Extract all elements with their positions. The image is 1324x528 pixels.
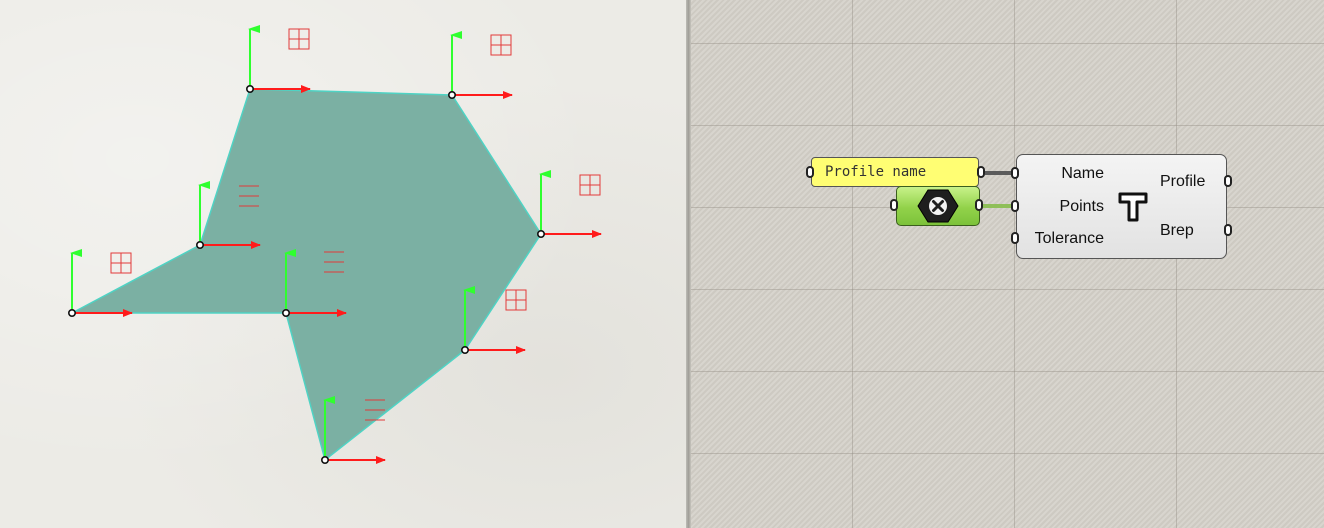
text-panel[interactable]: Profile name (811, 157, 979, 187)
input-label-points: Points (1059, 198, 1104, 215)
output-label-profile: Profile (1160, 173, 1206, 190)
input-port-name[interactable] (1011, 167, 1019, 179)
panel-text: Profile name (825, 164, 927, 180)
plane-frame[interactable] (536, 170, 602, 239)
param-input-port[interactable] (890, 199, 898, 211)
profile-component[interactable]: Name Points Tolerance Profile Brep (1016, 154, 1227, 259)
control-point[interactable] (460, 345, 469, 354)
rhino-viewport[interactable] (0, 0, 688, 528)
plane-frame[interactable] (447, 31, 513, 100)
control-point[interactable] (196, 241, 205, 250)
param-output-port[interactable] (975, 199, 983, 211)
grid-frame-icon (490, 34, 512, 56)
output-port-brep[interactable] (1224, 224, 1232, 236)
output-port-profile[interactable] (1224, 175, 1232, 187)
grid-frame-icon (505, 289, 527, 311)
input-label-tolerance: Tolerance (1034, 230, 1104, 247)
input-label-name: Name (1061, 165, 1104, 182)
plane-frame[interactable] (246, 25, 311, 94)
grid-frame-icon (288, 28, 310, 50)
output-label-brep: Brep (1160, 222, 1194, 239)
point-param-node[interactable] (896, 186, 980, 226)
grasshopper-canvas[interactable] (691, 0, 1324, 528)
control-point[interactable] (281, 308, 290, 317)
control-point[interactable] (536, 230, 545, 239)
grid-frame-icon (110, 252, 132, 274)
input-port-points[interactable] (1011, 200, 1019, 212)
profile-surface (71, 88, 542, 462)
t-profile-icon (1118, 192, 1148, 222)
control-point[interactable] (320, 455, 329, 464)
panel-output-port[interactable] (977, 166, 985, 178)
panel-input-port[interactable] (806, 166, 814, 178)
input-port-tolerance[interactable] (1011, 232, 1019, 244)
close-hexagon-icon (917, 189, 959, 223)
control-point[interactable] (447, 91, 456, 100)
control-point[interactable] (246, 85, 255, 94)
viewport-scene[interactable] (0, 0, 688, 528)
grid-frame-icon (579, 174, 601, 196)
control-point[interactable] (68, 308, 77, 317)
